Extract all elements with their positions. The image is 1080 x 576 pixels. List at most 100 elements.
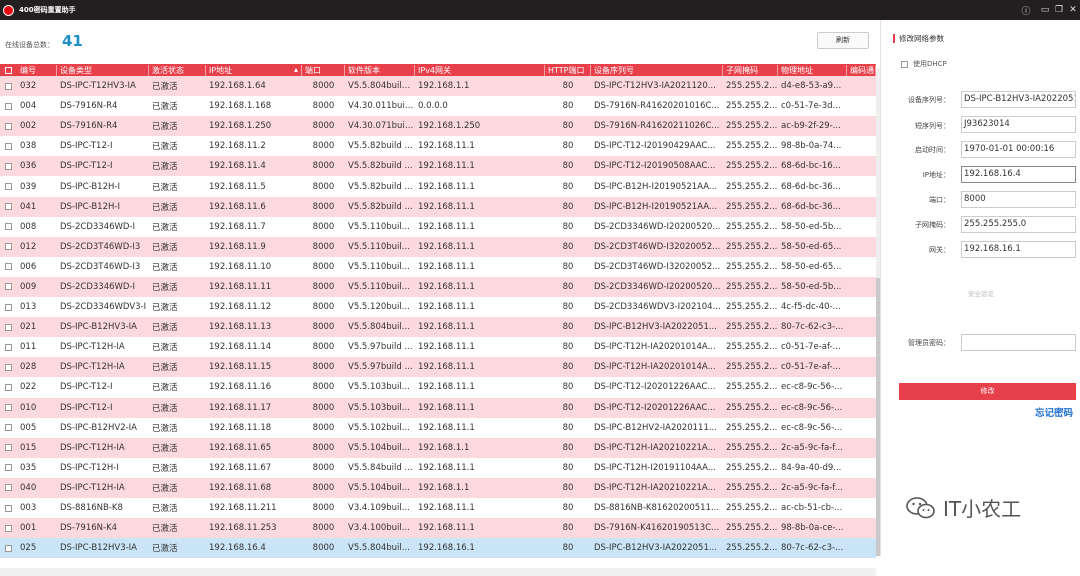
row-checkbox[interactable]: [0, 504, 17, 512]
row-checkbox[interactable]: [0, 323, 17, 331]
security-divider: 安全验证: [968, 290, 994, 298]
row-checkbox[interactable]: [0, 122, 17, 130]
col-header-number[interactable]: 编号: [17, 64, 57, 76]
gateway-field[interactable]: 192.168.16.1: [961, 241, 1076, 258]
table-row[interactable]: 001 DS-7916N-K4 已激活 192.168.11.253 8000 V3.4.…: [0, 518, 876, 539]
row-checkbox[interactable]: [0, 363, 17, 371]
cell-serial: DS-IPC-T12-I20190429AAC...: [594, 141, 716, 152]
col-header-device-type[interactable]: 设备类型: [57, 64, 149, 76]
col-header-http-port[interactable]: HTTP端口: [545, 64, 591, 76]
cell-number: 021: [20, 322, 37, 333]
forgot-password-link[interactable]: 忘记密码: [1035, 405, 1073, 419]
row-checkbox[interactable]: [0, 142, 17, 150]
table-row[interactable]: 012 DS-2CD3T46WD-I3 已激活 192.168.11.9 8000 V5.…: [0, 236, 876, 257]
row-checkbox[interactable]: [0, 464, 17, 472]
table-row[interactable]: 010 DS-IPC-T12-I 已激活 192.168.11.17 8000 V5.5.…: [0, 397, 876, 418]
row-checkbox[interactable]: [0, 102, 17, 110]
table-row[interactable]: 011 DS-IPC-T12H-IA 已激活 192.168.11.14 8000 V5.…: [0, 337, 876, 358]
port-field[interactable]: 8000: [961, 191, 1076, 208]
cell-serial: DS-IPC-B12HV2-IA2020111...: [594, 422, 717, 433]
table-row[interactable]: 004 DS-7916N-R4 已激活 192.168.1.168 8000 V4.30.…: [0, 96, 876, 117]
boot-time-field[interactable]: 1970-01-01 00:00:16: [961, 141, 1076, 158]
table-row[interactable]: 040 DS-IPC-T12H-IA 已激活 192.168.11.68 8000 V5.…: [0, 477, 876, 498]
table-row[interactable]: 008 DS-2CD3346WD-I 已激活 192.168.11.7 8000 V5.5…: [0, 216, 876, 237]
table-row[interactable]: 006 DS-2CD3T46WD-I3 已激活 192.168.11.10 8000 V5…: [0, 256, 876, 277]
row-checkbox[interactable]: [0, 82, 17, 90]
cell-device-type: DS-7916N-K4: [60, 523, 118, 534]
dhcp-option[interactable]: 使用DHCP: [901, 59, 947, 69]
admin-password-field[interactable]: [961, 334, 1076, 351]
select-all-checkbox[interactable]: [0, 66, 17, 74]
cell-serial: DS-IPC-T12H-IA20201014A...: [594, 362, 716, 373]
close-icon[interactable]: ✕: [1063, 0, 1080, 20]
serial-field[interactable]: DS-IPC-B12HV3-IA2022051: [961, 91, 1076, 108]
col-header-ip[interactable]: IP地址 ▴: [206, 64, 302, 76]
col-header-encoding[interactable]: 编码通: [847, 64, 876, 76]
short-serial-field[interactable]: J93623014: [961, 116, 1076, 133]
table-body: 032 DS-IPC-T12HV3-IA 已激活 192.168.1.64 8000 V5…: [0, 76, 876, 559]
cell-mask: 255.255.2...: [726, 322, 778, 333]
cell-activation: 已激活: [152, 222, 178, 233]
subnet-mask-field[interactable]: 255.255.255.0: [961, 216, 1076, 233]
table-row[interactable]: 038 DS-IPC-T12-I 已激活 192.168.11.2 8000 V5.5.8…: [0, 136, 876, 157]
cell-device-type: DS-IPC-B12HV3-IA: [60, 322, 137, 333]
table-row[interactable]: 021 DS-IPC-B12HV3-IA 已激活 192.168.11.13 8000 V…: [0, 317, 876, 338]
info-icon[interactable]: ⓘ: [1016, 0, 1036, 20]
table-row[interactable]: 035 DS-IPC-T12H-I 已激活 192.168.11.67 8000 V5.5…: [0, 457, 876, 478]
row-checkbox[interactable]: [0, 243, 17, 251]
table-row[interactable]: 022 DS-IPC-T12-I 已激活 192.168.11.16 8000 V5.5.…: [0, 377, 876, 398]
row-checkbox[interactable]: [0, 404, 17, 412]
col-header-port[interactable]: 端口: [302, 64, 345, 76]
row-checkbox[interactable]: [0, 544, 17, 552]
table-row[interactable]: 039 DS-IPC-B12H-I 已激活 192.168.11.5 8000 V5.5.…: [0, 176, 876, 197]
row-checkbox[interactable]: [0, 484, 17, 492]
cell-mask: 255.255.2...: [726, 442, 778, 453]
cell-http-port: 80: [562, 121, 574, 132]
table-row[interactable]: 028 DS-IPC-T12H-IA 已激活 192.168.11.15 8000 V5.…: [0, 357, 876, 378]
col-header-gateway[interactable]: IPv4网关: [415, 64, 545, 76]
cell-mac: 80-7c-62-c3-...: [781, 543, 844, 554]
row-checkbox[interactable]: [0, 343, 17, 351]
row-checkbox[interactable]: [0, 424, 17, 432]
row-checkbox[interactable]: [0, 223, 17, 231]
col-header-version[interactable]: 软件版本: [345, 64, 415, 76]
table-row[interactable]: 013 DS-2CD3346WDV3-I 已激活 192.168.11.12 8000 V…: [0, 297, 876, 318]
row-checkbox[interactable]: [0, 162, 17, 170]
cell-mac: 2c-a5-9c-fa-f...: [781, 442, 843, 453]
row-checkbox[interactable]: [0, 524, 17, 532]
cell-mask: 255.255.2...: [726, 302, 778, 313]
horizontal-scrollbar[interactable]: [0, 568, 876, 576]
cell-gateway: 192.168.11.1: [418, 261, 475, 272]
row-checkbox[interactable]: [0, 303, 17, 311]
table-row[interactable]: 015 DS-IPC-T12H-IA 已激活 192.168.11.65 8000 V5.…: [0, 437, 876, 458]
cell-device-type: DS-IPC-B12HV2-IA: [60, 422, 137, 433]
row-checkbox[interactable]: [0, 383, 17, 391]
cell-ip: 192.168.11.14: [209, 342, 272, 353]
refresh-button[interactable]: 刷新: [817, 32, 869, 49]
row-checkbox[interactable]: [0, 263, 17, 271]
table-row[interactable]: 041 DS-IPC-B12H-I 已激活 192.168.11.6 8000 V5.5.…: [0, 196, 876, 217]
row-checkbox[interactable]: [0, 203, 17, 211]
row-checkbox[interactable]: [0, 444, 17, 452]
dhcp-checkbox[interactable]: [901, 60, 908, 68]
table-row[interactable]: 032 DS-IPC-T12HV3-IA 已激活 192.168.1.64 8000 V5…: [0, 76, 876, 97]
cell-ip: 192.168.1.64: [209, 81, 266, 92]
table-row[interactable]: 002 DS-7916N-R4 已激活 192.168.1.250 8000 V4.30.…: [0, 116, 876, 137]
cell-gateway: 192.168.1.1: [418, 81, 470, 92]
col-header-serial[interactable]: 设备序列号: [591, 64, 723, 76]
col-header-mac[interactable]: 物理地址: [778, 64, 847, 76]
modify-button[interactable]: 修改: [899, 383, 1076, 400]
table-row[interactable]: 009 DS-2CD3346WD-I 已激活 192.168.11.11 8000 V5.…: [0, 276, 876, 298]
row-checkbox[interactable]: [0, 283, 17, 291]
col-header-activation[interactable]: 激活状态: [149, 64, 206, 76]
cell-number: 032: [20, 81, 37, 92]
table-row[interactable]: 025 DS-IPC-B12HV3-IA 已激活 192.168.16.4 8000 V5…: [0, 538, 876, 559]
table-row[interactable]: 036 DS-IPC-T12-I 已激活 192.168.11.4 8000 V5.5.8…: [0, 156, 876, 177]
table-row[interactable]: 003 DS-8816NB-K8 已激活 192.168.11.211 8000 V3.4…: [0, 497, 876, 519]
col-header-mask[interactable]: 子网掩码: [723, 64, 778, 76]
cell-version: V5.5.120buil...: [348, 302, 410, 313]
table-row[interactable]: 005 DS-IPC-B12HV2-IA 已激活 192.168.11.18 8000 V…: [0, 417, 876, 438]
cell-mask: 255.255.2...: [726, 241, 778, 252]
ip-address-field[interactable]: 192.168.16.4: [961, 166, 1076, 183]
row-checkbox[interactable]: [0, 183, 17, 191]
